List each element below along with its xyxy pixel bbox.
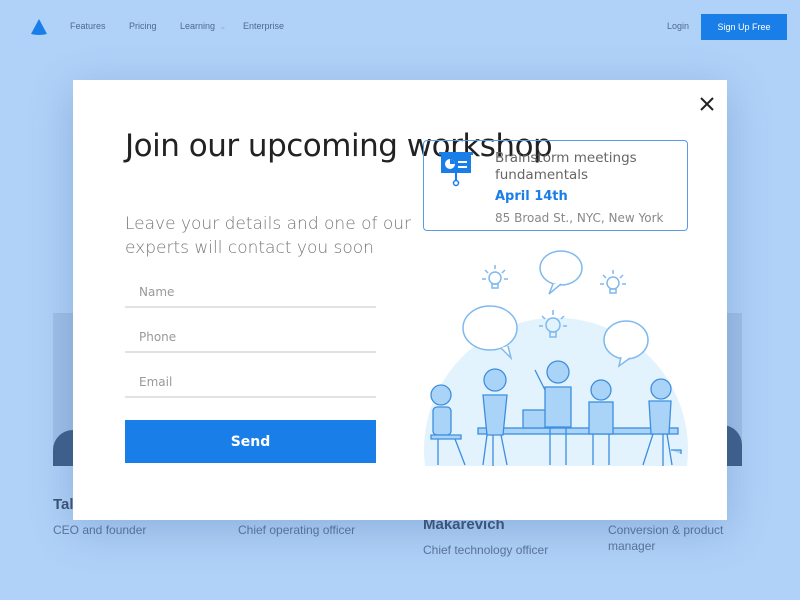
event-address: 85 Broad St., NYC, New York [495, 211, 664, 225]
modal-subtitle: Leave your details and one of our expert… [125, 214, 412, 258]
nav-pricing[interactable]: Pricing [129, 21, 157, 31]
member-name: Tal [53, 496, 74, 513]
event-card: Brainstorm meetings fundamentals April 1… [423, 140, 688, 231]
workshop-modal: Join our upcoming workshop Leave your de… [73, 80, 727, 520]
event-date: April 14th [495, 189, 568, 204]
top-nav: Features Pricing Learning ⌄ Enterprise L… [0, 0, 800, 54]
close-icon[interactable] [697, 94, 717, 114]
nav-learning[interactable]: Learning [180, 21, 215, 31]
event-title: Brainstorm meetings fundamentals [495, 150, 637, 183]
meeting-illustration [424, 250, 688, 466]
phone-input[interactable] [125, 323, 376, 353]
nav-features[interactable]: Features [70, 21, 106, 31]
logo-icon[interactable] [30, 19, 48, 35]
member-role: Chief operating officer [238, 523, 356, 537]
member-role: CEO and founder [53, 523, 147, 537]
email-input[interactable] [125, 368, 376, 398]
nav-enterprise[interactable]: Enterprise [243, 21, 284, 31]
presentation-board-icon [439, 152, 473, 187]
send-button[interactable]: Send [125, 420, 376, 463]
name-input[interactable] [125, 278, 376, 308]
member-role: Conversion & product manager [608, 523, 724, 553]
chevron-down-icon[interactable]: ⌄ [219, 21, 227, 32]
sign-up-button[interactable]: Sign Up Free [701, 14, 787, 40]
member-role: Chief technology officer [423, 543, 549, 557]
login-link[interactable]: Login [667, 21, 689, 31]
